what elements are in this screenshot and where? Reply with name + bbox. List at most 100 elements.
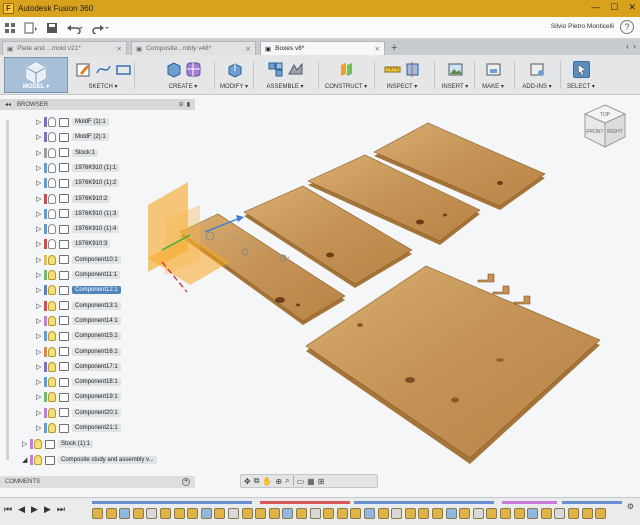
visibility-bulb-icon[interactable]	[48, 239, 56, 250]
timeline-feature-icon[interactable]	[323, 508, 335, 519]
visibility-bulb-icon[interactable]	[48, 300, 56, 311]
spline-icon[interactable]	[95, 61, 112, 78]
browser-item[interactable]: ▷ 1976K910 (1):4	[36, 222, 120, 236]
timeline-track[interactable]	[92, 501, 632, 523]
visibility-bulb-icon[interactable]	[48, 224, 56, 235]
new-tab-icon[interactable]: +	[391, 41, 397, 55]
browser-item[interactable]: ▷ Component20:1	[36, 406, 121, 420]
timeline-feature-icon[interactable]	[377, 508, 389, 519]
browser-scrollbar[interactable]	[6, 120, 9, 460]
pan-icon[interactable]: ✋	[262, 477, 272, 486]
viewports-icon[interactable]: ⊞	[318, 477, 325, 486]
go-to-start-icon[interactable]: ⏮	[4, 504, 12, 515]
timeline-feature-icon[interactable]	[309, 508, 321, 519]
timeline-feature-icon[interactable]	[132, 508, 144, 519]
visibility-bulb-icon[interactable]	[48, 361, 56, 372]
browser-item[interactable]: ▷ Component14:1	[36, 314, 121, 328]
workspace-switcher[interactable]: MODEL ▾	[4, 57, 68, 93]
browser-pin-icon[interactable]: ▮	[187, 101, 190, 108]
assemble-menu[interactable]: ASSEMBLE ▾	[266, 83, 303, 90]
zoom-icon[interactable]: ⊕	[275, 477, 282, 486]
close-tab-icon[interactable]: ✕	[375, 45, 380, 53]
timeline-feature-icon[interactable]	[282, 508, 294, 519]
visibility-bulb-icon[interactable]	[48, 377, 56, 388]
browser-item[interactable]: ▷ Component11:1	[36, 268, 121, 282]
timeline-feature-icon[interactable]	[200, 508, 212, 519]
visibility-bulb-icon[interactable]	[48, 208, 56, 219]
browser-item[interactable]: ▷ Component17:1	[36, 360, 121, 374]
expand-arrow-icon[interactable]: ▷	[36, 424, 44, 432]
timeline-feature-icon[interactable]	[540, 508, 552, 519]
timeline-feature-icon[interactable]	[336, 508, 348, 519]
3d-print-icon[interactable]	[485, 61, 502, 78]
visibility-bulb-icon[interactable]	[48, 285, 56, 296]
browser-item[interactable]: ▷ Component16:1	[36, 345, 121, 359]
browser-root-item[interactable]: ◢ Composite study and assembly v...	[22, 453, 157, 467]
tab-plate-and-mold[interactable]: ▣ Plate and ...mold v21* ✕	[2, 41, 127, 55]
visibility-bulb-icon[interactable]	[48, 117, 56, 127]
timeline-feature-icon[interactable]	[173, 508, 185, 519]
browser-item[interactable]: ▷ 1976K910 (1):2	[36, 176, 120, 190]
close-tab-icon[interactable]: ✕	[117, 45, 122, 53]
insert-image-icon[interactable]	[447, 61, 464, 78]
visibility-bulb-icon[interactable]	[48, 162, 56, 173]
timeline-feature-icon[interactable]	[119, 508, 131, 519]
browser-item[interactable]: ▷ Component21:1	[36, 421, 121, 435]
grid-menu-icon[interactable]	[0, 20, 20, 36]
visibility-bulb-icon[interactable]	[48, 392, 56, 403]
expand-arrow-icon[interactable]: ▷	[36, 149, 44, 157]
joint-icon[interactable]	[287, 61, 304, 78]
expand-arrow-icon[interactable]: ◢	[22, 456, 30, 464]
expand-arrow-icon[interactable]: ▷	[36, 179, 44, 187]
timeline-feature-icon[interactable]	[105, 508, 117, 519]
timeline-feature-icon[interactable]	[92, 508, 103, 519]
browser-root-item[interactable]: ▷ Stock (1):1	[22, 437, 94, 451]
visibility-bulb-icon[interactable]	[48, 315, 56, 326]
tab-composite-assembly[interactable]: ▣ Composite...mbly v48* ✕	[131, 41, 256, 55]
timeline-feature-icon[interactable]	[554, 508, 566, 519]
browser-item[interactable]: ▷ Component10:1	[36, 253, 121, 267]
timeline-feature-icon[interactable]	[350, 508, 362, 519]
tab-boxes[interactable]: ▣ Boxes v8* ✕	[260, 41, 385, 55]
timeline-feature-icon[interactable]	[146, 508, 158, 519]
timeline-feature-icon[interactable]	[418, 508, 430, 519]
visibility-bulb-icon[interactable]	[48, 193, 56, 204]
collapse-browser-icon[interactable]: ◂◂	[5, 101, 11, 108]
browser-item[interactable]: ▷ Component19:1	[36, 390, 121, 404]
look-at-icon[interactable]: ⧉	[254, 476, 260, 486]
zoom-window-icon[interactable]: ⌕	[285, 476, 289, 486]
form-icon[interactable]	[185, 61, 202, 78]
offset-plane-icon[interactable]	[338, 61, 355, 78]
undo-icon[interactable]	[62, 20, 88, 36]
section-analysis-icon[interactable]	[404, 61, 421, 78]
browser-item[interactable]: ▷ Component15:1	[36, 329, 121, 343]
timeline-feature-icon[interactable]	[364, 508, 375, 519]
timeline-settings-icon[interactable]: ⚙	[627, 502, 634, 511]
timeline-feature-icon[interactable]	[581, 508, 593, 519]
create-sketch-icon[interactable]	[75, 61, 92, 78]
expand-arrow-icon[interactable]: ▷	[36, 332, 44, 340]
visibility-bulb-icon[interactable]	[48, 423, 56, 433]
expand-arrow-icon[interactable]: ▷	[36, 118, 44, 126]
visibility-bulb-icon[interactable]	[48, 254, 56, 265]
timeline-feature-icon[interactable]	[296, 508, 307, 519]
step-back-icon[interactable]: ◀	[18, 504, 25, 515]
visibility-bulb-icon[interactable]	[48, 270, 56, 280]
play-icon[interactable]: ▶	[31, 504, 38, 515]
add-comment-icon[interactable]: +	[182, 478, 190, 486]
browser-item[interactable]: ▷ 1976K910:3	[36, 237, 111, 251]
expand-arrow-icon[interactable]: ▷	[36, 286, 44, 294]
expand-arrow-icon[interactable]: ▷	[36, 393, 44, 401]
create-menu[interactable]: CREATE ▾	[169, 83, 198, 90]
orbit-icon[interactable]: ✥	[244, 477, 251, 486]
view-cube[interactable]: TOP FRONT RIGHT	[583, 103, 627, 149]
user-name[interactable]: Silvio Pietro Monticelli	[551, 23, 614, 30]
new-component-icon[interactable]	[267, 61, 284, 78]
grid-settings-icon[interactable]: ▦	[307, 477, 315, 486]
make-menu[interactable]: MAKE ▾	[482, 83, 504, 90]
expand-arrow-icon[interactable]: ▷	[36, 195, 44, 203]
timeline-feature-icon[interactable]	[595, 508, 607, 519]
visibility-bulb-icon[interactable]	[48, 147, 56, 158]
visibility-bulb-icon[interactable]	[34, 439, 42, 449]
expand-arrow-icon[interactable]: ▷	[36, 348, 44, 356]
